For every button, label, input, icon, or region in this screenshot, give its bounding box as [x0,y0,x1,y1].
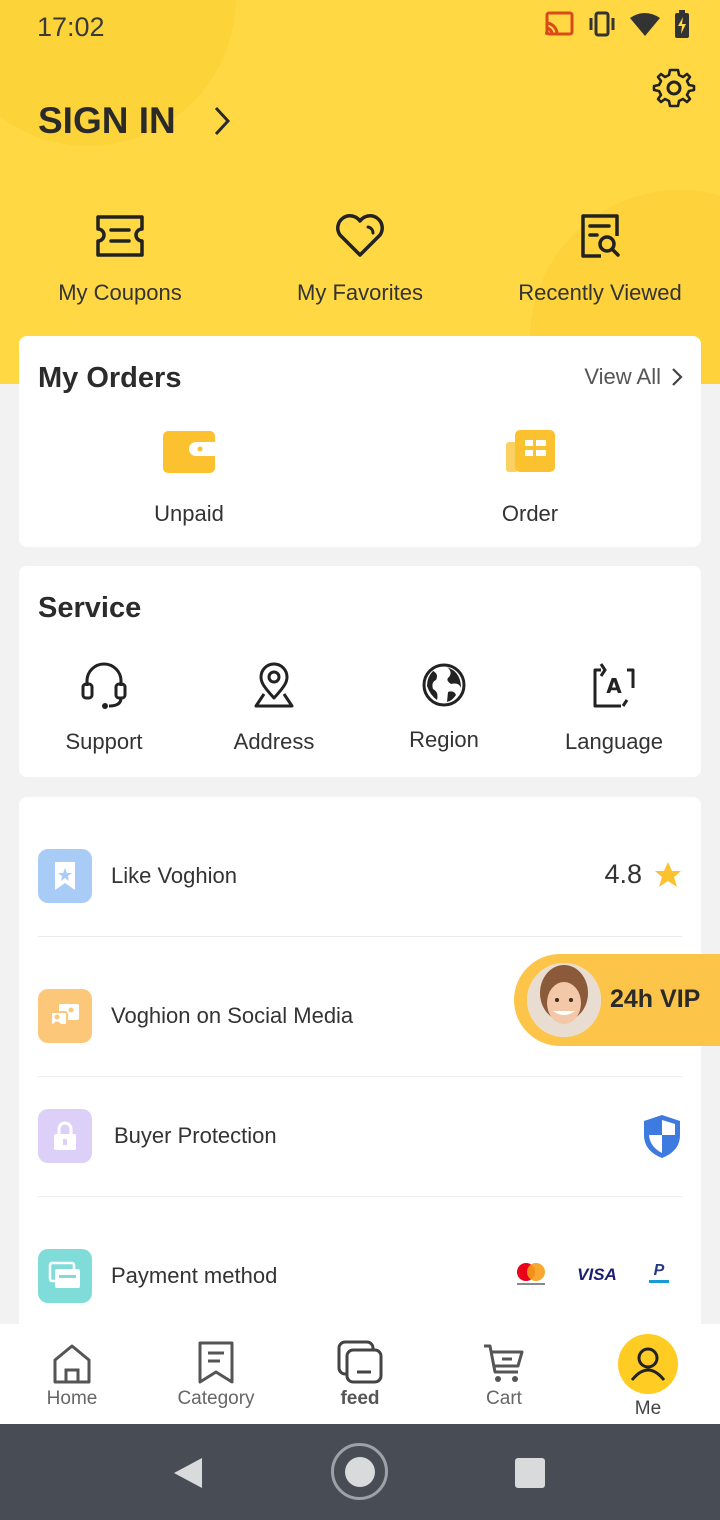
wallet-icon [163,431,216,473]
svg-text:A: A [606,674,622,698]
social-chat-icon [38,989,92,1043]
quick-link-label: Recently Viewed [518,280,682,305]
recently-viewed-button[interactable]: Recently Viewed [480,206,720,306]
shield-icon [644,1115,680,1158]
visa-icon: VISA [577,1265,617,1284]
service-title: Service [38,592,142,624]
service-label: Language [565,729,663,754]
order-list-icon [506,430,555,472]
avatar [527,963,601,1037]
home-nav-button[interactable] [331,1443,388,1500]
lock-icon [38,1109,92,1163]
view-all-label: View All [584,364,661,389]
status-icons [544,10,690,38]
cast-icon [545,11,574,36]
list-item-label: Voghion on Social Media [111,1003,354,1028]
category-icon [198,1341,234,1384]
quick-link-label: My Coupons [58,280,182,305]
region-button[interactable]: Region [359,662,529,753]
location-pin-icon [254,662,294,708]
unpaid-button[interactable]: Unpaid [89,428,289,527]
service-label: Support [65,729,143,754]
vip-label: 24h VIP [610,985,701,1013]
status-time: 17:02 [37,12,105,42]
feed-icon [337,1340,383,1384]
settings-list-card: Like Voghion 4.8 Voghion on Social Media [19,797,701,1357]
support-button[interactable]: Support [19,662,189,755]
chevron-right-icon [214,106,230,136]
tab-category[interactable]: Category [144,1324,288,1424]
sign-in-label: SIGN IN [38,100,176,141]
language-button[interactable]: A Language [529,662,699,755]
tab-cart[interactable]: Cart [432,1324,576,1424]
address-button[interactable]: Address [189,662,359,755]
order-item-label: Unpaid [154,501,224,526]
payment-method-row[interactable]: Payment method VISA P [38,1197,682,1337]
quick-link-label: My Favorites [297,280,423,305]
tab-label: Cart [486,1388,522,1409]
sign-in-link[interactable]: SIGN IN [38,100,232,142]
like-voghion-row[interactable]: Like Voghion 4.8 [38,797,682,937]
recents-icon[interactable] [515,1458,545,1488]
order-item-label: Order [501,501,559,526]
heart-icon [336,214,384,257]
rating-value: 4.8 [604,859,642,889]
tab-feed[interactable]: feed [288,1324,432,1424]
tab-label: Home [46,1388,98,1409]
vip-support-button[interactable]: 24h VIP [514,954,720,1046]
list-item-label: Buyer Protection [114,1123,277,1148]
paypal-icon: P [649,1262,669,1283]
gear-icon[interactable] [652,66,696,110]
tab-label: Category [177,1388,255,1409]
my-orders-title: My Orders [38,362,182,394]
tab-label: Me [634,1398,662,1419]
list-item-label: Like Voghion [111,863,237,888]
star-icon [655,861,681,887]
tab-home[interactable]: Home [0,1324,144,1424]
my-orders-card: My Orders View All Unpaid Order [19,336,701,547]
list-item-label: Payment method [111,1263,278,1288]
bottom-tab-bar: Home Category feed Cart Me [0,1324,720,1424]
my-coupons-button[interactable]: My Coupons [0,206,240,306]
chevron-right-icon [672,368,683,386]
history-icon [581,214,620,258]
vibrate-icon [589,11,615,37]
system-nav-bar [0,1424,720,1520]
headset-icon [81,662,127,709]
card-icon [38,1249,92,1303]
tab-me[interactable]: Me [576,1324,720,1424]
svg-text:P: P [654,1262,665,1279]
buyer-protection-row[interactable]: Buyer Protection [38,1077,682,1197]
tab-label: feed [340,1388,380,1409]
back-icon[interactable] [172,1456,204,1490]
ticket-icon [96,215,144,257]
service-label: Address [233,729,315,754]
user-icon [618,1334,678,1394]
order-button[interactable]: Order [430,428,630,527]
translate-icon: A [593,663,635,708]
home-icon [53,1344,91,1384]
globe-icon [422,663,466,707]
service-card: Service Support Address Region A Languag… [19,566,701,777]
bookmark-star-icon [38,849,92,903]
svg-text:VISA: VISA [577,1265,617,1284]
cart-icon [484,1344,524,1382]
wifi-icon [630,13,660,36]
mastercard-icon [517,1263,545,1285]
battery-icon [675,10,689,38]
view-all-link[interactable]: View All [584,364,683,390]
profile-header: 17:02 SIGN IN My Coupons My Favorites Re… [0,0,720,384]
service-label: Region [409,727,479,752]
my-favorites-button[interactable]: My Favorites [240,206,480,306]
